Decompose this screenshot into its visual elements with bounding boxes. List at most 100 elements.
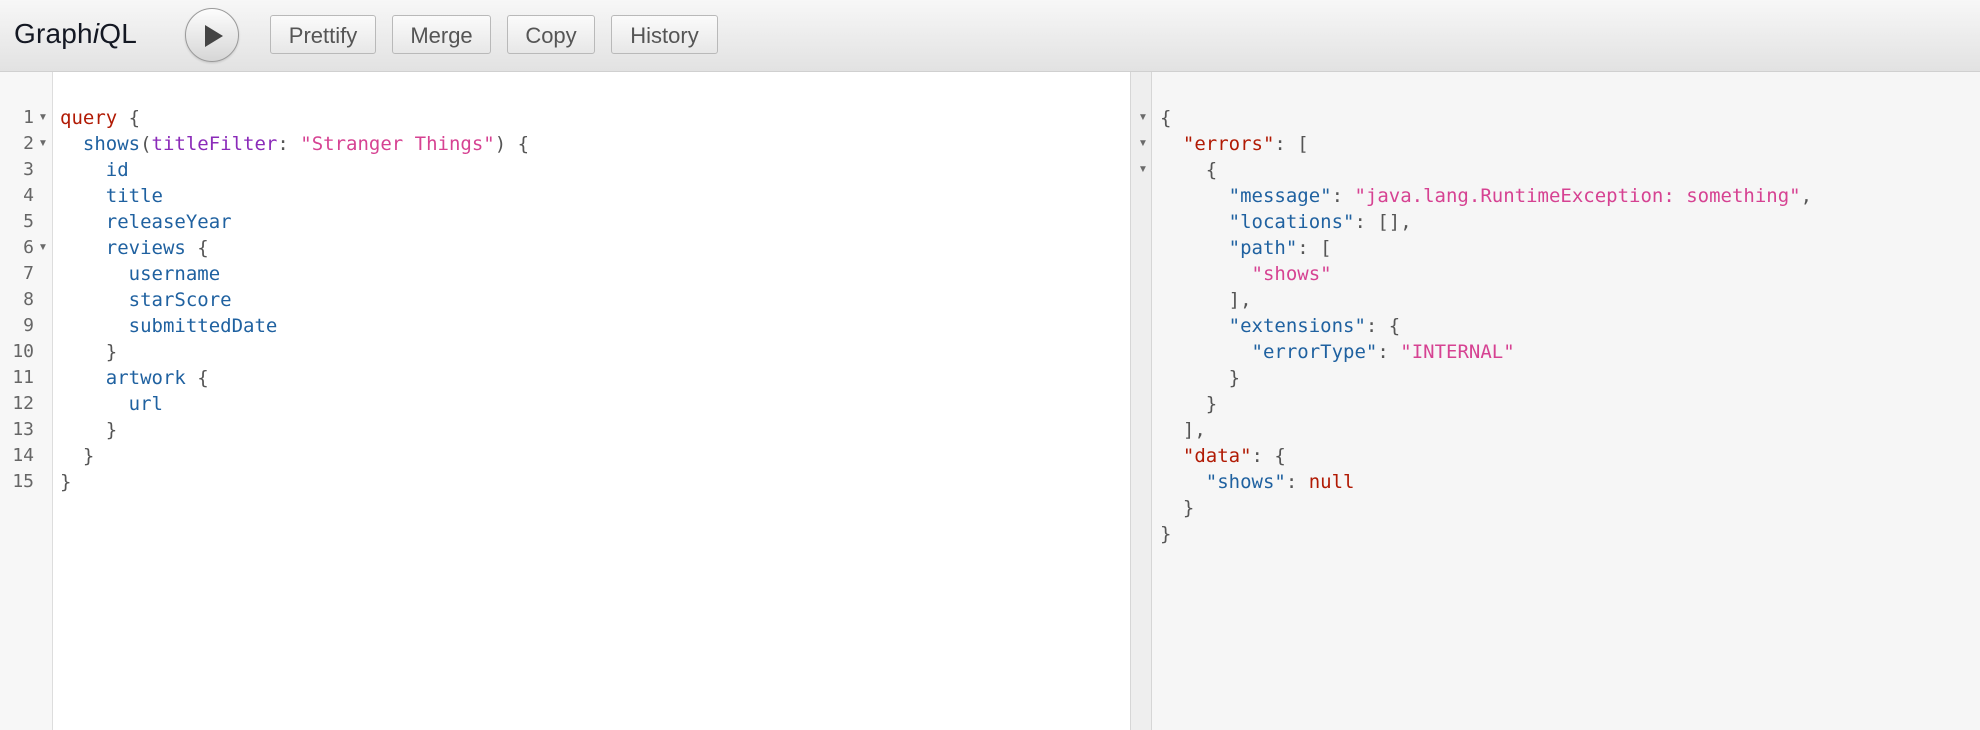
result-viewer: { "errors": [ { "message": "java.lang.Ru… — [1152, 72, 1980, 730]
code-token: { — [117, 107, 141, 129]
code-token: "java.lang.RuntimeException: something" — [1354, 185, 1801, 207]
code-token: { — [1205, 159, 1218, 181]
play-icon — [205, 25, 223, 47]
query-line: } — [60, 417, 117, 443]
query-line: id — [60, 157, 129, 183]
code-token: shows — [82, 133, 141, 155]
code-token: null — [1308, 471, 1355, 493]
code-token: : — [1377, 341, 1401, 363]
fold-arrow-icon[interactable]: ▼ — [38, 235, 48, 261]
query-line: url — [60, 391, 163, 417]
result-line: } — [1160, 365, 1240, 391]
code-token: id — [105, 159, 129, 181]
code-token: } — [105, 341, 118, 363]
line-number: 8 — [23, 289, 34, 310]
query-editor[interactable]: 1 2 3 4 5 6 7 8 9 10 11 12 13 14 15 ▼ ▼ ▼ query { shows(ti… — [0, 72, 1130, 730]
code-token: "shows" — [1205, 471, 1286, 493]
line-number: 12 — [12, 393, 34, 414]
code-token: { — [185, 367, 209, 389]
code-token: { — [1160, 107, 1172, 129]
app-title-prefix: Graph — [14, 18, 93, 49]
history-button[interactable]: History — [611, 15, 718, 54]
result-line: "data": { — [1160, 443, 1286, 469]
code-token: } — [1182, 497, 1195, 519]
result-line: "errors": [ — [1160, 131, 1309, 157]
query-line: } — [60, 339, 117, 365]
query-line: starScore — [60, 287, 232, 313]
code-token: : — [277, 133, 301, 155]
fold-arrow-icon[interactable]: ▼ — [38, 105, 48, 131]
code-token: title — [105, 185, 163, 207]
prettify-button[interactable]: Prettify — [270, 15, 376, 54]
code-token: "errorType" — [1251, 341, 1378, 363]
query-line: query { — [60, 105, 140, 131]
line-number: 3 — [23, 159, 34, 180]
result-line: "shows" — [1160, 261, 1332, 287]
line-number: 6 — [23, 237, 34, 258]
line-number: 10 — [12, 341, 34, 362]
code-token: "errors" — [1182, 133, 1275, 155]
code-token: } — [1228, 367, 1241, 389]
fold-arrow-icon[interactable]: ▼ — [1138, 131, 1148, 157]
code-token: "data" — [1182, 445, 1252, 467]
result-line: { — [1160, 105, 1171, 131]
code-token: "INTERNAL" — [1400, 341, 1515, 363]
fold-arrow-icon[interactable]: ▼ — [1138, 105, 1148, 131]
query-line: title — [60, 183, 163, 209]
code-token: starScore — [128, 289, 232, 311]
code-token: "path" — [1228, 237, 1298, 259]
line-number: 4 — [23, 185, 34, 206]
code-token: ) { — [494, 133, 530, 155]
code-token: } — [82, 445, 95, 467]
code-token: "locations" — [1228, 211, 1355, 233]
query-line: } — [60, 469, 71, 495]
fold-arrow-icon[interactable]: ▼ — [1138, 157, 1148, 183]
execute-query-button[interactable] — [185, 8, 239, 62]
query-line: submittedDate — [60, 313, 278, 339]
result-line: "errorType": "INTERNAL" — [1160, 339, 1515, 365]
code-token: url — [128, 393, 163, 415]
code-token: reviews — [105, 237, 186, 259]
line-number: 11 — [12, 367, 34, 388]
code-token: ( — [140, 133, 152, 155]
query-line: username — [60, 261, 221, 287]
line-number: 9 — [23, 315, 34, 336]
code-token: releaseYear — [105, 211, 232, 233]
code-token: ], — [1228, 289, 1252, 311]
code-token: "Stranger Things" — [300, 133, 495, 155]
code-token: } — [105, 419, 118, 441]
result-line: } — [1160, 495, 1194, 521]
fold-arrow-icon[interactable]: ▼ — [38, 131, 48, 157]
code-token: : [ — [1297, 237, 1332, 259]
line-number: 13 — [12, 419, 34, 440]
line-number: 2 — [23, 133, 34, 154]
code-token: : [], — [1354, 211, 1412, 233]
code-token: { — [185, 237, 209, 259]
code-token: } — [1205, 393, 1218, 415]
code-token: , — [1800, 185, 1813, 207]
code-token: } — [60, 471, 72, 493]
line-number: 15 — [12, 471, 34, 492]
code-token: : [ — [1274, 133, 1309, 155]
merge-button[interactable]: Merge — [392, 15, 491, 54]
code-token: titleFilter — [151, 133, 278, 155]
code-token: artwork — [105, 367, 186, 389]
code-token: "extensions" — [1228, 315, 1366, 337]
copy-button[interactable]: Copy — [507, 15, 595, 54]
query-line: reviews { — [60, 235, 209, 261]
query-line: shows(titleFilter: "Stranger Things") { — [60, 131, 529, 157]
toolbar: GraphiQL Prettify Merge Copy History — [0, 0, 1980, 72]
query-line: } — [60, 443, 94, 469]
result-line: { — [1160, 157, 1217, 183]
code-token: ], — [1182, 419, 1206, 441]
result-line: "extensions": { — [1160, 313, 1401, 339]
code-token: : { — [1251, 445, 1286, 467]
code-token: "message" — [1228, 185, 1332, 207]
line-number: 1 — [23, 107, 34, 128]
code-token: username — [128, 263, 221, 285]
app-title-suffix: QL — [99, 18, 138, 49]
result-line: ], — [1160, 417, 1206, 443]
line-number: 5 — [23, 211, 34, 232]
code-token: "shows" — [1251, 263, 1332, 285]
code-token: } — [1160, 523, 1172, 545]
